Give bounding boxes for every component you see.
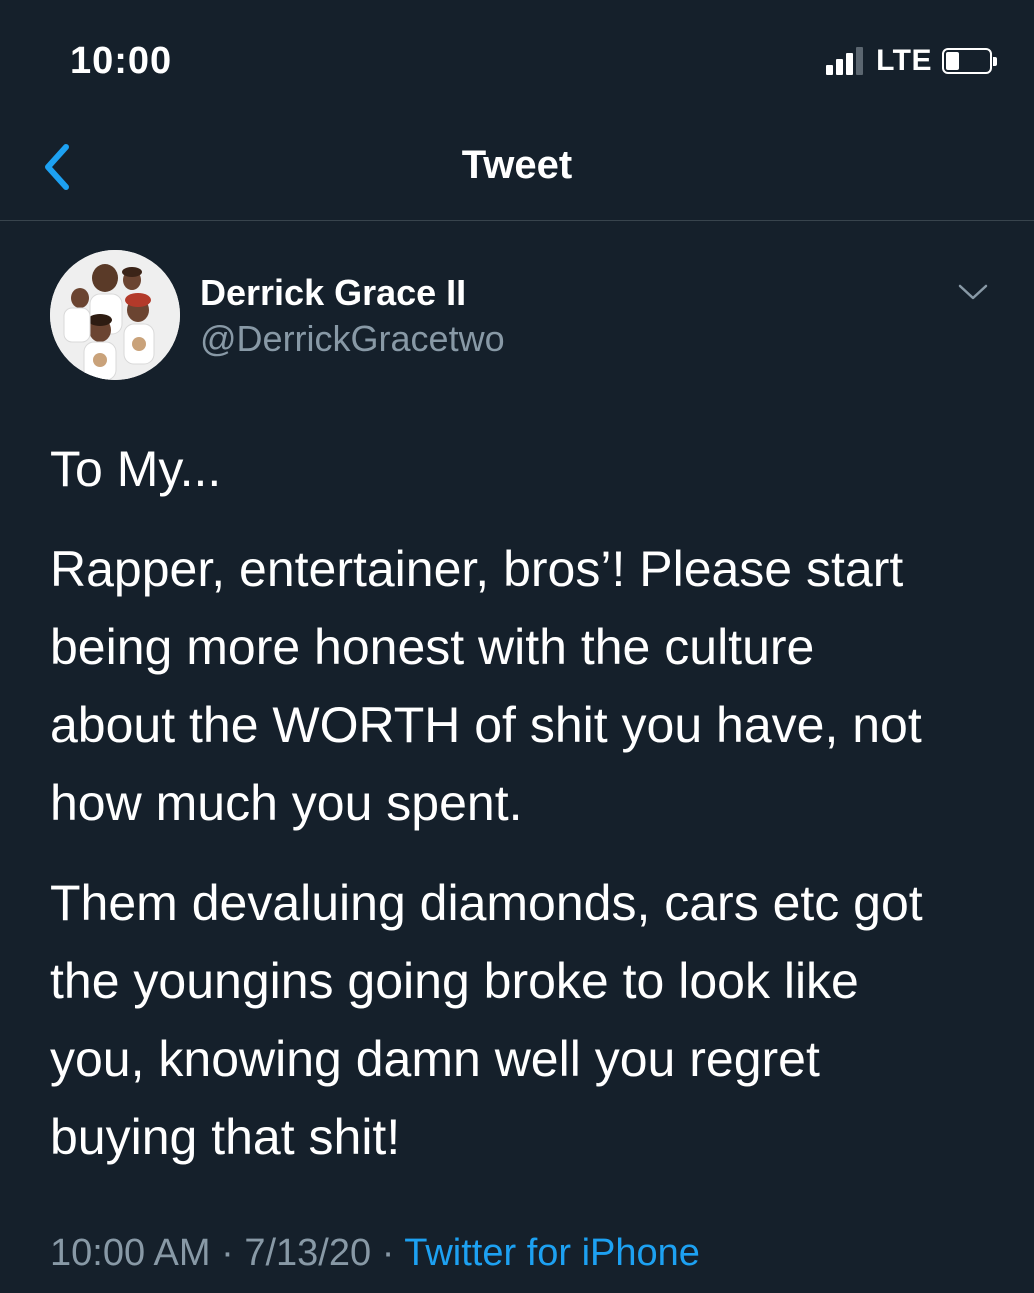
battery-icon bbox=[942, 48, 997, 74]
tweet-source-link[interactable]: Twitter for iPhone bbox=[404, 1232, 700, 1274]
nav-bar: Tweet bbox=[0, 125, 1034, 221]
author-handle[interactable]: @DerrickGracetwo bbox=[200, 318, 505, 360]
tweet-text: To My... Rapper, entertainer, bros’! Ple… bbox=[50, 430, 1000, 1198]
carrier-label: LTE bbox=[876, 44, 932, 77]
avatar-photo bbox=[50, 250, 180, 380]
tweet-author: Derrick Grace II @DerrickGracetwo bbox=[50, 250, 990, 380]
signal-icon bbox=[826, 47, 866, 75]
tweet-time: 10:00 AM bbox=[50, 1232, 211, 1274]
chevron-down-icon bbox=[958, 284, 988, 300]
status-time: 10:00 bbox=[70, 40, 173, 82]
page-title: Tweet bbox=[461, 143, 573, 187]
tweet-meta: 10:00 AM · 7/13/20 · Twitter for iPhone bbox=[50, 1232, 700, 1275]
tweet-paragraph: To My... bbox=[50, 441, 222, 497]
tweet-menu-button[interactable] bbox=[956, 280, 990, 304]
author-name[interactable]: Derrick Grace II bbox=[200, 272, 466, 314]
meta-separator: · bbox=[371, 1232, 405, 1274]
avatar[interactable] bbox=[50, 250, 180, 380]
tweet-paragraph: Rapper, entertainer, bros’! Please start… bbox=[50, 541, 922, 831]
tweet-paragraph: Them devaluing diamonds, cars etc got th… bbox=[50, 875, 923, 1165]
status-indicators: LTE bbox=[826, 44, 997, 78]
meta-separator: · bbox=[210, 1232, 245, 1274]
status-bar: 10:00 LTE bbox=[0, 0, 1034, 125]
tweet-date: 7/13/20 bbox=[244, 1232, 372, 1274]
